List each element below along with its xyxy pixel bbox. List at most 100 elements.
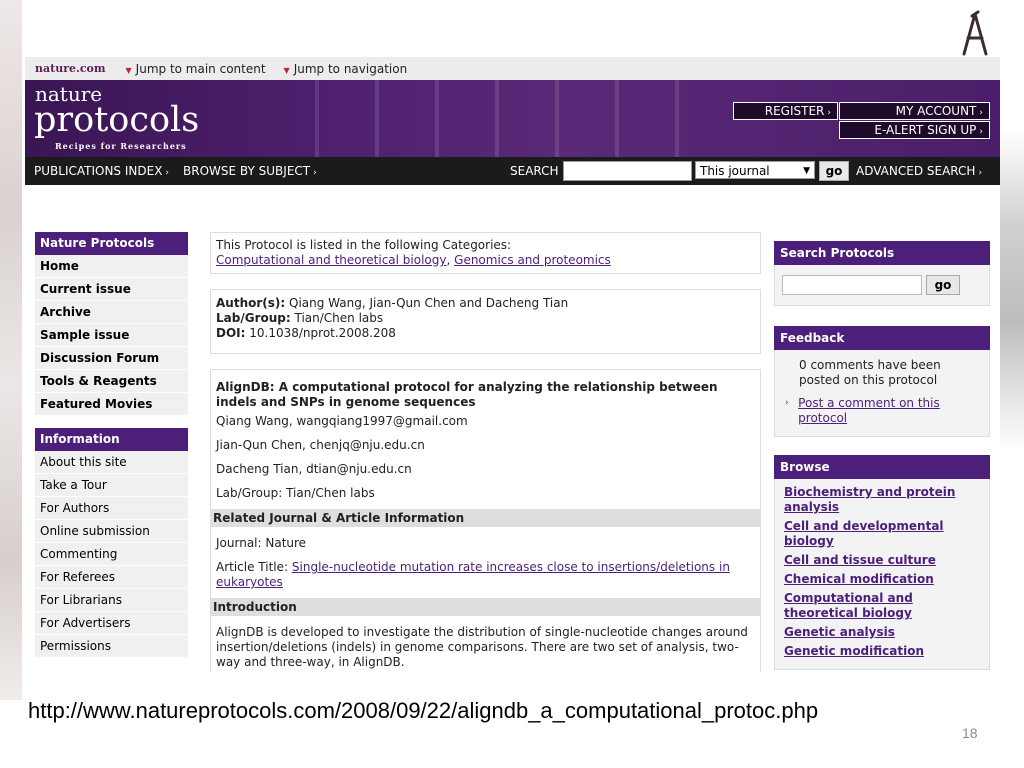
- authors-box: Author(s): Qiang Wang, Jian-Qun Chen and…: [210, 289, 761, 354]
- main-content: This Protocol is listed in the following…: [210, 232, 761, 672]
- sidebar-item-commenting[interactable]: Commenting: [35, 543, 188, 566]
- register-link[interactable]: REGISTER ›: [733, 102, 838, 120]
- chevron-right-icon: ›: [979, 108, 983, 118]
- sidebar-item-for-advertisers[interactable]: For Advertisers: [35, 612, 188, 635]
- account-links: REGISTER › MY ACCOUNT › E-ALERT SIGN UP ›: [732, 102, 990, 140]
- sidebar-header-nature-protocols: Nature Protocols: [35, 232, 188, 255]
- feedback-panel: 0 comments have been posted on this prot…: [774, 350, 990, 437]
- site-banner: nature protocols Recipes for Researchers…: [25, 80, 1000, 157]
- contact-3: Dacheng Tian, dtian@nju.edu.cn: [216, 462, 412, 476]
- categories-box: This Protocol is listed in the following…: [210, 232, 761, 274]
- ealert-signup-link[interactable]: E-ALERT SIGN UP ›: [839, 121, 990, 139]
- slide-decoration-left: [0, 0, 22, 700]
- register-label: REGISTER: [764, 104, 825, 118]
- categories-intro: This Protocol is listed in the following…: [216, 238, 512, 252]
- sidebar-item-tour[interactable]: Take a Tour: [35, 474, 188, 497]
- left-sidebar: Nature Protocols Home Current issue Arch…: [35, 232, 188, 658]
- sidebar-item-home[interactable]: Home: [35, 255, 188, 278]
- authors-label: Author(s):: [216, 296, 286, 310]
- jump-nav-label: Jump to navigation: [293, 61, 408, 76]
- publications-index-label: PUBLICATIONS INDEX: [34, 164, 163, 178]
- sidebar-item-for-referees[interactable]: For Referees: [35, 566, 188, 589]
- sidebar-item-featured-movies[interactable]: Featured Movies: [35, 393, 188, 416]
- browse-by-subject-label: BROWSE BY SUBJECT: [183, 164, 311, 178]
- journal-line: Journal: Nature: [216, 536, 307, 550]
- chevron-right-icon: ›: [785, 398, 789, 408]
- browse-link-biochemistry[interactable]: Biochemistry and protein analysis: [784, 485, 981, 515]
- doi-label: DOI:: [216, 326, 246, 340]
- comment-count-text: 0 comments have been posted on this prot…: [799, 358, 941, 387]
- chevron-right-icon: ›: [827, 108, 831, 118]
- sidebar-item-discussion-forum[interactable]: Discussion Forum: [35, 347, 188, 370]
- introduction-text: AlignDB is developed to investigate the …: [216, 625, 748, 669]
- slide-decoration-right: [998, 130, 1024, 450]
- my-account-link[interactable]: MY ACCOUNT ›: [839, 102, 990, 120]
- nature-com-link[interactable]: nature.com: [35, 62, 106, 75]
- browser-screenshot: nature.com ▼ Jump to main content ▼ Jump t…: [25, 57, 1000, 672]
- browse-panel: Biochemistry and protein analysis Cell a…: [774, 479, 990, 670]
- brand-protocols[interactable]: protocols: [34, 100, 199, 140]
- publications-index-link[interactable]: PUBLICATIONS INDEX ›: [34, 164, 169, 178]
- lab-value: Tian/Chen labs: [294, 311, 384, 325]
- sidebar-item-for-authors[interactable]: For Authors: [35, 497, 188, 520]
- browse-link-genetic-analysis[interactable]: Genetic analysis: [784, 625, 981, 640]
- sidebar-item-about[interactable]: About this site: [35, 451, 188, 474]
- sidebar-item-permissions[interactable]: Permissions: [35, 635, 188, 658]
- chevron-right-icon: ›: [979, 127, 983, 137]
- sidebar-item-for-librarians[interactable]: For Librarians: [35, 589, 188, 612]
- url-caption: http://www.natureprotocols.com/2008/09/2…: [28, 698, 819, 723]
- jump-to-main-link[interactable]: ▼ Jump to main content: [126, 62, 266, 76]
- browse-link-cell-developmental[interactable]: Cell and developmental biology: [784, 519, 981, 549]
- site-search-input[interactable]: [563, 161, 692, 181]
- category-link-genomics[interactable]: Genomics and proteomics: [454, 253, 611, 267]
- ealert-label: E-ALERT SIGN UP: [874, 123, 977, 137]
- doi-value: 10.1038/nprot.2008.208: [249, 326, 396, 340]
- lab-glassware-image: [285, 80, 685, 157]
- slide-page-number: 18: [962, 725, 978, 741]
- advanced-search-link[interactable]: ADVANCED SEARCH ›: [856, 164, 982, 178]
- sidebar-item-tools-reagents[interactable]: Tools & Reagents: [35, 370, 188, 393]
- browse-link-computational[interactable]: Computational and theoretical biology: [784, 591, 981, 621]
- sidebar-item-current-issue[interactable]: Current issue: [35, 278, 188, 301]
- browse-link-cell-tissue-culture[interactable]: Cell and tissue culture: [784, 553, 981, 568]
- chevron-right-icon: ›: [165, 168, 170, 178]
- top-links-bar: nature.com ▼ Jump to main content ▼ Jump t…: [25, 57, 1000, 80]
- advanced-search-label: ADVANCED SEARCH: [856, 164, 976, 178]
- protocol-search-go-button[interactable]: go: [926, 275, 960, 295]
- site-search-go-button[interactable]: go: [819, 161, 849, 181]
- triangle-down-icon: ▼: [283, 65, 290, 75]
- lab-group-line: Lab/Group: Tian/Chen labs: [216, 486, 375, 500]
- browse-link-chemical-modification[interactable]: Chemical modification: [784, 572, 981, 587]
- related-info-header: Related Journal & Article Information: [211, 509, 760, 527]
- main-navbar: PUBLICATIONS INDEX › BROWSE BY SUBJECT › S…: [25, 157, 1000, 185]
- chevron-right-icon: ›: [978, 168, 983, 178]
- my-account-label: MY ACCOUNT: [895, 104, 977, 118]
- search-label: SEARCH: [510, 164, 559, 178]
- article-box: AlignDB: A computational protocol for an…: [210, 369, 761, 672]
- triangle-down-icon: ▼: [803, 166, 810, 176]
- authors-value: Qiang Wang, Jian-Qun Chen and Dacheng Ti…: [289, 296, 569, 310]
- article-title-label: Article Title:: [216, 560, 289, 574]
- contact-1: Qiang Wang, wangqiang1997@gmail.com: [216, 414, 468, 428]
- browse-link-genetic-modification[interactable]: Genetic modification: [784, 644, 981, 659]
- triangle-down-icon: ▼: [125, 65, 132, 75]
- contact-2: Jian-Qun Chen, chenjq@nju.edu.cn: [216, 438, 425, 452]
- article-title: AlignDB: A computational protocol for an…: [216, 380, 718, 409]
- browse-header: Browse: [774, 455, 990, 479]
- feedback-header: Feedback: [774, 326, 990, 350]
- sidebar-item-archive[interactable]: Archive: [35, 301, 188, 324]
- related-article-link[interactable]: Single-nucleotide mutation rate increase…: [216, 560, 730, 589]
- protocol-search-input[interactable]: [782, 275, 922, 295]
- sidebar-header-information: Information: [35, 428, 188, 451]
- jump-to-navigation-link[interactable]: ▼ Jump to navigation: [284, 62, 408, 76]
- search-scope-value: This journal: [700, 164, 770, 178]
- search-scope-select[interactable]: This journal ▼: [695, 161, 815, 179]
- category-link-computational[interactable]: Computational and theoretical biology: [216, 253, 446, 267]
- chevron-right-icon: ›: [313, 168, 317, 178]
- category-separator: ,: [446, 253, 451, 267]
- sidebar-item-sample-issue[interactable]: Sample issue: [35, 324, 188, 347]
- lab-label: Lab/Group:: [216, 311, 291, 325]
- sidebar-item-online-submission[interactable]: Online submission: [35, 520, 188, 543]
- post-comment-link[interactable]: Post a comment on this protocol: [798, 396, 981, 426]
- browse-by-subject-link[interactable]: BROWSE BY SUBJECT ›: [183, 164, 317, 178]
